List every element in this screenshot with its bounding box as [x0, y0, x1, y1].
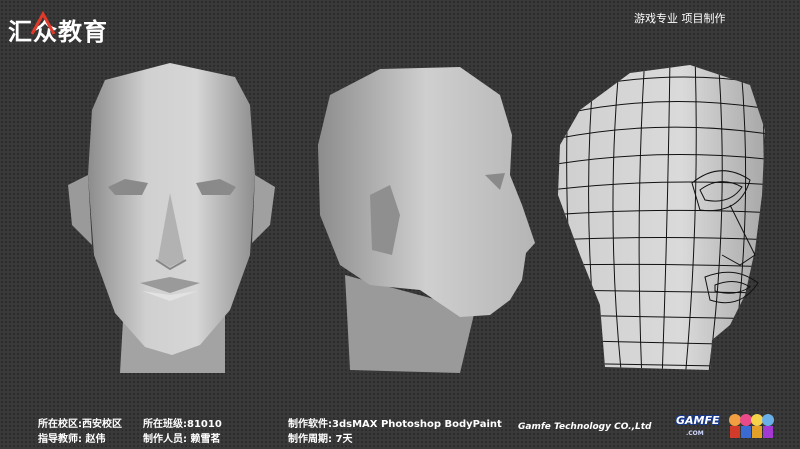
slogan: 游戏专业 项目制作 [634, 12, 726, 25]
company-name: Gamfe Technology CO.,Ltd [518, 422, 652, 432]
gamfe-logo-sub: .COM [686, 430, 704, 437]
huizhong-logo: 汇众教育 [8, 8, 118, 46]
logo-peak-icon [30, 10, 56, 35]
teacher-info: 指导教师: 赵伟 [38, 434, 106, 445]
mascots-icon [729, 414, 774, 438]
staff-info: 制作人员: 赖雪茗 [143, 434, 221, 445]
head-front-view [68, 63, 275, 373]
head-side-view [318, 67, 535, 373]
gamfe-logo: GAMFE .COM [676, 410, 774, 442]
logo-text: 汇众教育 [8, 18, 108, 46]
head-wireframe-view [558, 65, 765, 370]
period-info: 制作周期: 7天 [288, 434, 353, 445]
gamfe-logo-text: GAMFE [676, 414, 720, 427]
